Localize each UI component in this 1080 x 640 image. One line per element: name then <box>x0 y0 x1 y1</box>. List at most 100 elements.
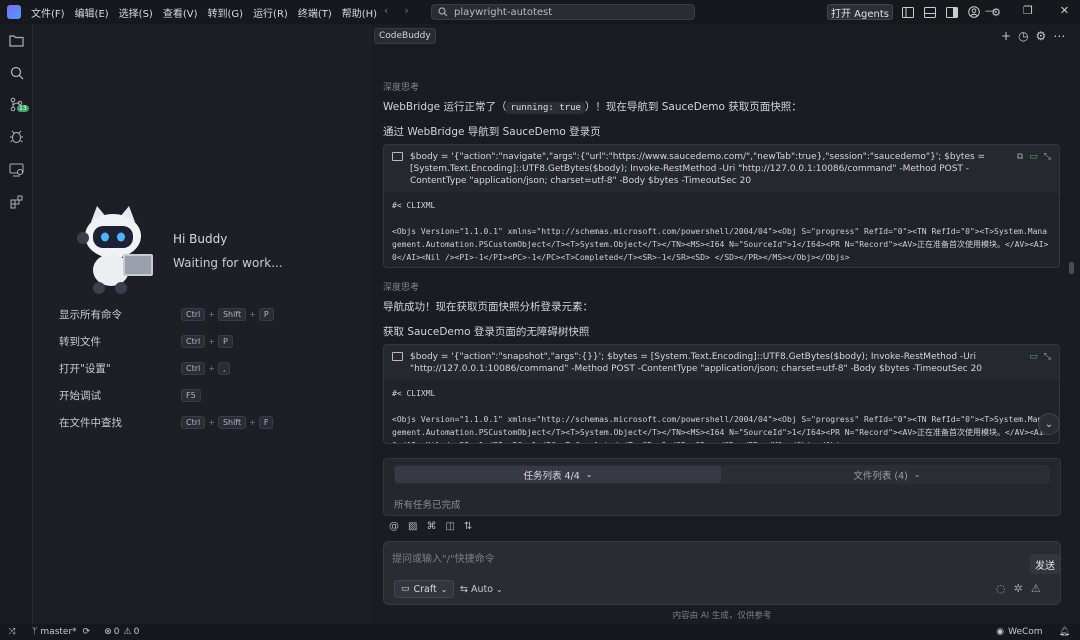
loading-spinner-icon: ◌ <box>996 582 1006 595</box>
menu-file[interactable]: 文件(F) <box>31 5 65 20</box>
history-icon[interactable]: ◷ <box>1018 29 1028 43</box>
deep-thinking-label[interactable]: 深度思考 <box>383 80 419 93</box>
git-branch[interactable]: master* <box>40 627 76 637</box>
explorer-icon[interactable] <box>8 32 25 49</box>
back-arrow-icon[interactable]: ‹ <box>384 4 388 17</box>
task-list-card: 任务列表 4/4 ⌄ 文件列表 (4) ⌄ 所有任务已完成 <box>383 458 1061 516</box>
shortcut-label: 打开"设置" <box>59 363 111 375</box>
chevron-down-icon: ⌄ <box>585 470 593 479</box>
terminal-icon <box>392 352 403 361</box>
task-status: 所有任务已完成 <box>394 500 461 511</box>
model-auto-button[interactable]: ⇆ Auto ⌄ <box>460 580 503 598</box>
knowledge-icon[interactable]: ◫ <box>445 521 454 532</box>
craft-mode-button[interactable]: ▭ Craft ⌄ <box>394 580 455 598</box>
shortcut-show-all-commands[interactable]: 显示所有命令 Ctrl + Shift + P <box>59 307 359 322</box>
rule-icon[interactable]: ⌘ <box>426 521 436 532</box>
menu-run[interactable]: 运行(R) <box>253 5 288 20</box>
notification-bell-icon[interactable]: 🔔︎ <box>1059 627 1070 637</box>
menu-terminal[interactable]: 终端(T) <box>298 5 332 20</box>
more-icon[interactable]: ⋯ <box>1053 29 1065 43</box>
assistant-message: WebBridge 运行正常了（ running: true ）！现在导航到 Sau… <box>383 99 802 114</box>
shortcut-go-to-file[interactable]: 转到文件 Ctrl + P <box>59 334 359 349</box>
tab-task-list[interactable]: 任务列表 4/4 ⌄ <box>395 466 721 483</box>
key-cap: P <box>258 308 274 321</box>
source-control-icon[interactable]: 13 <box>8 96 29 113</box>
collapse-icon[interactable]: ⤡ <box>1044 351 1051 363</box>
toggle-secondary-sidebar-icon[interactable] <box>945 5 959 19</box>
search-value: playwright-autotest <box>454 6 553 18</box>
menu-go[interactable]: 转到(G) <box>208 5 244 20</box>
tab-file-list[interactable]: 文件列表 (4) ⌄ <box>724 466 1050 483</box>
warning-icon: ⚠ <box>123 627 132 637</box>
mention-icon[interactable]: @ <box>389 521 399 532</box>
shortcut-find-in-files[interactable]: 在文件中查找 Ctrl + Shift + F <box>59 415 359 430</box>
toggle-panel-icon[interactable] <box>923 5 937 19</box>
command-header: $body = '{"action":"navigate","args":{"u… <box>384 145 1059 193</box>
key-cap: Shift <box>217 308 247 321</box>
command-text: $body = '{"action":"snapshot","args":{}}… <box>410 352 983 374</box>
command-output: #< CLIXML <Objs Version="1.1.0.1" xmlns=… <box>392 389 1048 443</box>
tools-icon[interactable]: ⇅ <box>464 521 472 532</box>
inline-code: running: true <box>506 102 585 114</box>
new-chat-icon[interactable]: + <box>1001 29 1011 43</box>
status-text: Waiting for work... <box>173 256 283 270</box>
menu-selection[interactable]: 选择(S) <box>119 5 153 20</box>
toggle-sidebar-icon[interactable] <box>901 5 915 19</box>
key-cap: Ctrl <box>181 335 206 348</box>
menu-view[interactable]: 查看(V) <box>163 5 198 20</box>
account-icon[interactable] <box>967 5 981 19</box>
image-icon[interactable]: ▨ <box>408 521 417 532</box>
remote-explorer-icon[interactable] <box>8 161 25 178</box>
open-terminal-icon[interactable]: ▭ <box>1029 351 1038 363</box>
sync-icon[interactable]: ⟳ <box>83 627 91 637</box>
menu-help[interactable]: 帮助(H) <box>342 5 377 20</box>
command-tools: ▭ ⤡ <box>1029 351 1051 363</box>
terminal-command-block: $body = '{"action":"snapshot","args":{}}… <box>383 344 1060 444</box>
open-agents-button[interactable]: 打开 Agents <box>827 4 893 20</box>
input-right-icons: ◌ ✲ ⚠ <box>996 582 1041 595</box>
error-count[interactable]: 0 <box>114 627 120 637</box>
shortcut-start-debugging[interactable]: 开始调试 F5 <box>59 388 359 403</box>
title-bar: 文件(F) 编辑(E) 选择(S) 查看(V) 转到(G) 运行(R) 终端(T… <box>0 0 1080 24</box>
minimize-icon[interactable]: — <box>985 4 996 17</box>
wecom-label[interactable]: WeCom <box>1008 627 1042 637</box>
copy-icon[interactable]: ⧉ <box>1017 151 1023 163</box>
command-center-search[interactable]: playwright-autotest <box>431 4 695 20</box>
enhance-prompt-icon[interactable]: ✲ <box>1014 582 1023 595</box>
collapse-icon[interactable]: ⤡ <box>1044 151 1051 163</box>
chevron-down-icon: ⌄ <box>913 470 921 479</box>
menu-edit[interactable]: 编辑(E) <box>75 5 109 20</box>
nav-arrows: ‹ › <box>384 4 409 17</box>
warning-count[interactable]: 0 <box>134 627 140 637</box>
warning-icon[interactable]: ⚠ <box>1031 582 1041 595</box>
window-controls: — ❐ ✕ <box>985 4 1069 17</box>
shortcut-open-settings[interactable]: 打开"设置" Ctrl + , <box>59 361 359 376</box>
scroll-to-bottom-button[interactable]: ⌄ <box>1038 413 1060 435</box>
scm-badge: 13 <box>17 105 29 112</box>
greeting-text: Hi Buddy <box>173 232 228 246</box>
step-title: 获取 SauceDemo 登录页面的无障碍树快照 <box>383 326 590 338</box>
settings-gear-icon[interactable]: ⚙ <box>1036 29 1047 43</box>
chat-input-box[interactable]: 提问或输入"/"快捷命令 发送 ▭ Craft ⌄ ⇆ Auto ⌄ ◌ ✲ ⚠ <box>383 541 1061 605</box>
close-icon[interactable]: ✕ <box>1060 4 1069 17</box>
extensions-icon[interactable] <box>8 193 25 210</box>
open-terminal-icon[interactable]: ▭ <box>1029 151 1038 163</box>
message-text: ）！现在导航到 SauceDemo 获取页面快照： <box>584 101 802 113</box>
chat-input-placeholder[interactable]: 提问或输入"/"快捷命令 <box>392 550 495 565</box>
deep-thinking-label[interactable]: 深度思考 <box>383 280 419 293</box>
chat-scrollbar[interactable] <box>1069 262 1074 274</box>
auto-label: Auto <box>470 583 494 595</box>
debug-icon[interactable] <box>8 128 25 145</box>
send-button[interactable]: 发送 <box>1030 554 1060 574</box>
codebuddy-tab[interactable]: CodeBuddy <box>374 28 436 44</box>
restore-icon[interactable]: ❐ <box>1023 4 1033 17</box>
forward-arrow-icon[interactable]: › <box>404 4 408 17</box>
remote-icon[interactable]: ⤨ <box>0 627 24 637</box>
wecom-icon: ◉ <box>996 627 1005 637</box>
terminal-icon <box>392 152 403 161</box>
terminal-command-block: $body = '{"action":"navigate","args":{"u… <box>383 144 1060 268</box>
command-text: $body = '{"action":"navigate","args":{"u… <box>410 152 986 186</box>
search-icon[interactable] <box>8 64 25 81</box>
panel-actions: + ◷ ⚙ ⋯ <box>1001 29 1065 43</box>
chevron-down-icon: ⌄ <box>440 584 448 594</box>
